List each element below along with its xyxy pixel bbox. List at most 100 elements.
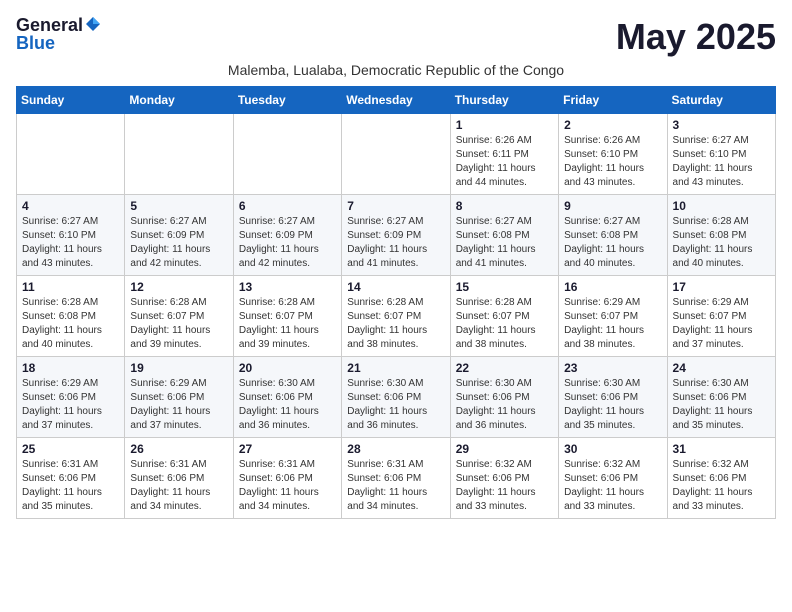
day-info: Sunrise: 6:32 AM Sunset: 6:06 PM Dayligh… bbox=[673, 458, 770, 514]
day-info: Sunrise: 6:28 AM Sunset: 6:08 PM Dayligh… bbox=[22, 296, 119, 352]
day-number: 10 bbox=[673, 199, 770, 213]
calendar-cell: 23Sunrise: 6:30 AM Sunset: 6:06 PM Dayli… bbox=[559, 357, 667, 438]
day-info: Sunrise: 6:27 AM Sunset: 6:09 PM Dayligh… bbox=[347, 215, 444, 271]
day-info: Sunrise: 6:32 AM Sunset: 6:06 PM Dayligh… bbox=[456, 458, 553, 514]
calendar-cell: 29 Sunrise: 6:32 AM Sunset: 6:06 PM Dayli… bbox=[450, 438, 558, 519]
logo-general-text: General bbox=[16, 16, 83, 34]
calendar-cell: 2 Sunrise: 6:26 AM Sunset: 6:10 PM Daylig… bbox=[559, 114, 667, 195]
logo-blue-text: Blue bbox=[16, 34, 55, 52]
day-number: 18 bbox=[22, 361, 119, 375]
calendar-cell: 3 Sunrise: 6:27 AM Sunset: 6:10 PM Daylig… bbox=[667, 114, 775, 195]
day-info: Sunrise: 6:30 AM Sunset: 6:06 PM Dayligh… bbox=[347, 377, 444, 433]
day-number: 31 bbox=[673, 442, 770, 456]
day-number: 21 bbox=[347, 361, 444, 375]
calendar-cell: 16 Sunrise: 6:29 AM Sunset: 6:07 PM Dayli… bbox=[559, 276, 667, 357]
calendar-header-row: SundayMondayTuesdayWednesdayThursdayFrid… bbox=[17, 87, 776, 114]
day-number: 29 bbox=[456, 442, 553, 456]
logo: General Blue bbox=[16, 16, 101, 52]
day-info: Sunrise: 6:28 AM Sunset: 6:07 PM Dayligh… bbox=[347, 296, 444, 352]
day-info: Sunrise: 6:29 AM Sunset: 6:06 PM Dayligh… bbox=[130, 377, 227, 433]
day-info: Sunrise: 6:28 AM Sunset: 6:08 PM Dayligh… bbox=[673, 215, 770, 271]
calendar-cell: 4 Sunrise: 6:27 AM Sunset: 6:10 PM Daylig… bbox=[17, 195, 125, 276]
calendar-cell: 9Sunrise: 6:27 AM Sunset: 6:08 PM Daylig… bbox=[559, 195, 667, 276]
day-number: 27 bbox=[239, 442, 336, 456]
day-info: Sunrise: 6:29 AM Sunset: 6:07 PM Dayligh… bbox=[564, 296, 661, 352]
calendar-cell: 21 Sunrise: 6:30 AM Sunset: 6:06 PM Dayli… bbox=[342, 357, 450, 438]
calendar-cell: 6Sunrise: 6:27 AM Sunset: 6:09 PM Daylig… bbox=[233, 195, 341, 276]
day-number: 24 bbox=[673, 361, 770, 375]
day-info: Sunrise: 6:28 AM Sunset: 6:07 PM Dayligh… bbox=[456, 296, 553, 352]
day-info: Sunrise: 6:30 AM Sunset: 6:06 PM Dayligh… bbox=[673, 377, 770, 433]
calendar-cell: 17 Sunrise: 6:29 AM Sunset: 6:07 PM Dayli… bbox=[667, 276, 775, 357]
calendar-week-row: 25Sunrise: 6:31 AM Sunset: 6:06 PM Dayli… bbox=[17, 438, 776, 519]
calendar-cell: 24 Sunrise: 6:30 AM Sunset: 6:06 PM Dayli… bbox=[667, 357, 775, 438]
day-number: 17 bbox=[673, 280, 770, 294]
page-header: General Blue May 2025 bbox=[16, 16, 776, 58]
day-number: 19 bbox=[130, 361, 227, 375]
calendar-cell: 30Sunrise: 6:32 AM Sunset: 6:06 PM Dayli… bbox=[559, 438, 667, 519]
day-number: 1 bbox=[456, 118, 553, 132]
calendar-cell: 5Sunrise: 6:27 AM Sunset: 6:09 PM Daylig… bbox=[125, 195, 233, 276]
day-info: Sunrise: 6:31 AM Sunset: 6:06 PM Dayligh… bbox=[239, 458, 336, 514]
day-number: 28 bbox=[347, 442, 444, 456]
calendar-cell: 26 Sunrise: 6:31 AM Sunset: 6:06 PM Dayli… bbox=[125, 438, 233, 519]
logo-icon bbox=[85, 16, 101, 32]
day-number: 22 bbox=[456, 361, 553, 375]
calendar-table: SundayMondayTuesdayWednesdayThursdayFrid… bbox=[16, 86, 776, 519]
calendar-cell: 27 Sunrise: 6:31 AM Sunset: 6:06 PM Dayli… bbox=[233, 438, 341, 519]
page-subtitle: Malemba, Lualaba, Democratic Republic of… bbox=[16, 62, 776, 78]
calendar-cell: 1 Sunrise: 6:26 AM Sunset: 6:11 PM Daylig… bbox=[450, 114, 558, 195]
calendar-cell: 25Sunrise: 6:31 AM Sunset: 6:06 PM Dayli… bbox=[17, 438, 125, 519]
weekday-header: Saturday bbox=[667, 87, 775, 114]
day-number: 16 bbox=[564, 280, 661, 294]
calendar-week-row: 1 Sunrise: 6:26 AM Sunset: 6:11 PM Daylig… bbox=[17, 114, 776, 195]
day-info: Sunrise: 6:26 AM Sunset: 6:10 PM Dayligh… bbox=[564, 134, 661, 190]
calendar-cell: 18 Sunrise: 6:29 AM Sunset: 6:06 PM Dayli… bbox=[17, 357, 125, 438]
calendar-cell: 20 Sunrise: 6:30 AM Sunset: 6:06 PM Dayli… bbox=[233, 357, 341, 438]
calendar-cell: 10 Sunrise: 6:28 AM Sunset: 6:08 PM Dayli… bbox=[667, 195, 775, 276]
calendar-cell bbox=[342, 114, 450, 195]
calendar-cell: 31 Sunrise: 6:32 AM Sunset: 6:06 PM Dayli… bbox=[667, 438, 775, 519]
day-info: Sunrise: 6:31 AM Sunset: 6:06 PM Dayligh… bbox=[22, 458, 119, 514]
calendar-cell bbox=[233, 114, 341, 195]
calendar-cell: 7Sunrise: 6:27 AM Sunset: 6:09 PM Daylig… bbox=[342, 195, 450, 276]
day-info: Sunrise: 6:27 AM Sunset: 6:10 PM Dayligh… bbox=[673, 134, 770, 190]
weekday-header: Thursday bbox=[450, 87, 558, 114]
day-info: Sunrise: 6:30 AM Sunset: 6:06 PM Dayligh… bbox=[239, 377, 336, 433]
month-title: May 2025 bbox=[616, 16, 776, 58]
calendar-cell: 19 Sunrise: 6:29 AM Sunset: 6:06 PM Dayli… bbox=[125, 357, 233, 438]
day-number: 13 bbox=[239, 280, 336, 294]
day-number: 20 bbox=[239, 361, 336, 375]
calendar-cell: 12 Sunrise: 6:28 AM Sunset: 6:07 PM Dayli… bbox=[125, 276, 233, 357]
day-info: Sunrise: 6:26 AM Sunset: 6:11 PM Dayligh… bbox=[456, 134, 553, 190]
day-number: 26 bbox=[130, 442, 227, 456]
day-info: Sunrise: 6:27 AM Sunset: 6:10 PM Dayligh… bbox=[22, 215, 119, 271]
day-number: 30 bbox=[564, 442, 661, 456]
calendar-cell bbox=[125, 114, 233, 195]
day-number: 4 bbox=[22, 199, 119, 213]
day-info: Sunrise: 6:28 AM Sunset: 6:07 PM Dayligh… bbox=[130, 296, 227, 352]
day-info: Sunrise: 6:31 AM Sunset: 6:06 PM Dayligh… bbox=[347, 458, 444, 514]
weekday-header: Monday bbox=[125, 87, 233, 114]
calendar-week-row: 18 Sunrise: 6:29 AM Sunset: 6:06 PM Dayli… bbox=[17, 357, 776, 438]
calendar-week-row: 4 Sunrise: 6:27 AM Sunset: 6:10 PM Daylig… bbox=[17, 195, 776, 276]
day-number: 11 bbox=[22, 280, 119, 294]
day-info: Sunrise: 6:31 AM Sunset: 6:06 PM Dayligh… bbox=[130, 458, 227, 514]
day-info: Sunrise: 6:30 AM Sunset: 6:06 PM Dayligh… bbox=[564, 377, 661, 433]
calendar-cell: 22 Sunrise: 6:30 AM Sunset: 6:06 PM Dayli… bbox=[450, 357, 558, 438]
calendar-week-row: 11 Sunrise: 6:28 AM Sunset: 6:08 PM Dayli… bbox=[17, 276, 776, 357]
day-info: Sunrise: 6:30 AM Sunset: 6:06 PM Dayligh… bbox=[456, 377, 553, 433]
calendar-cell bbox=[17, 114, 125, 195]
day-info: Sunrise: 6:27 AM Sunset: 6:09 PM Dayligh… bbox=[130, 215, 227, 271]
calendar-cell: 15Sunrise: 6:28 AM Sunset: 6:07 PM Dayli… bbox=[450, 276, 558, 357]
day-number: 9 bbox=[564, 199, 661, 213]
weekday-header: Wednesday bbox=[342, 87, 450, 114]
day-info: Sunrise: 6:29 AM Sunset: 6:07 PM Dayligh… bbox=[673, 296, 770, 352]
day-number: 12 bbox=[130, 280, 227, 294]
day-number: 3 bbox=[673, 118, 770, 132]
day-number: 2 bbox=[564, 118, 661, 132]
weekday-header: Tuesday bbox=[233, 87, 341, 114]
calendar-cell: 8Sunrise: 6:27 AM Sunset: 6:08 PM Daylig… bbox=[450, 195, 558, 276]
calendar-cell: 11 Sunrise: 6:28 AM Sunset: 6:08 PM Dayli… bbox=[17, 276, 125, 357]
day-info: Sunrise: 6:29 AM Sunset: 6:06 PM Dayligh… bbox=[22, 377, 119, 433]
